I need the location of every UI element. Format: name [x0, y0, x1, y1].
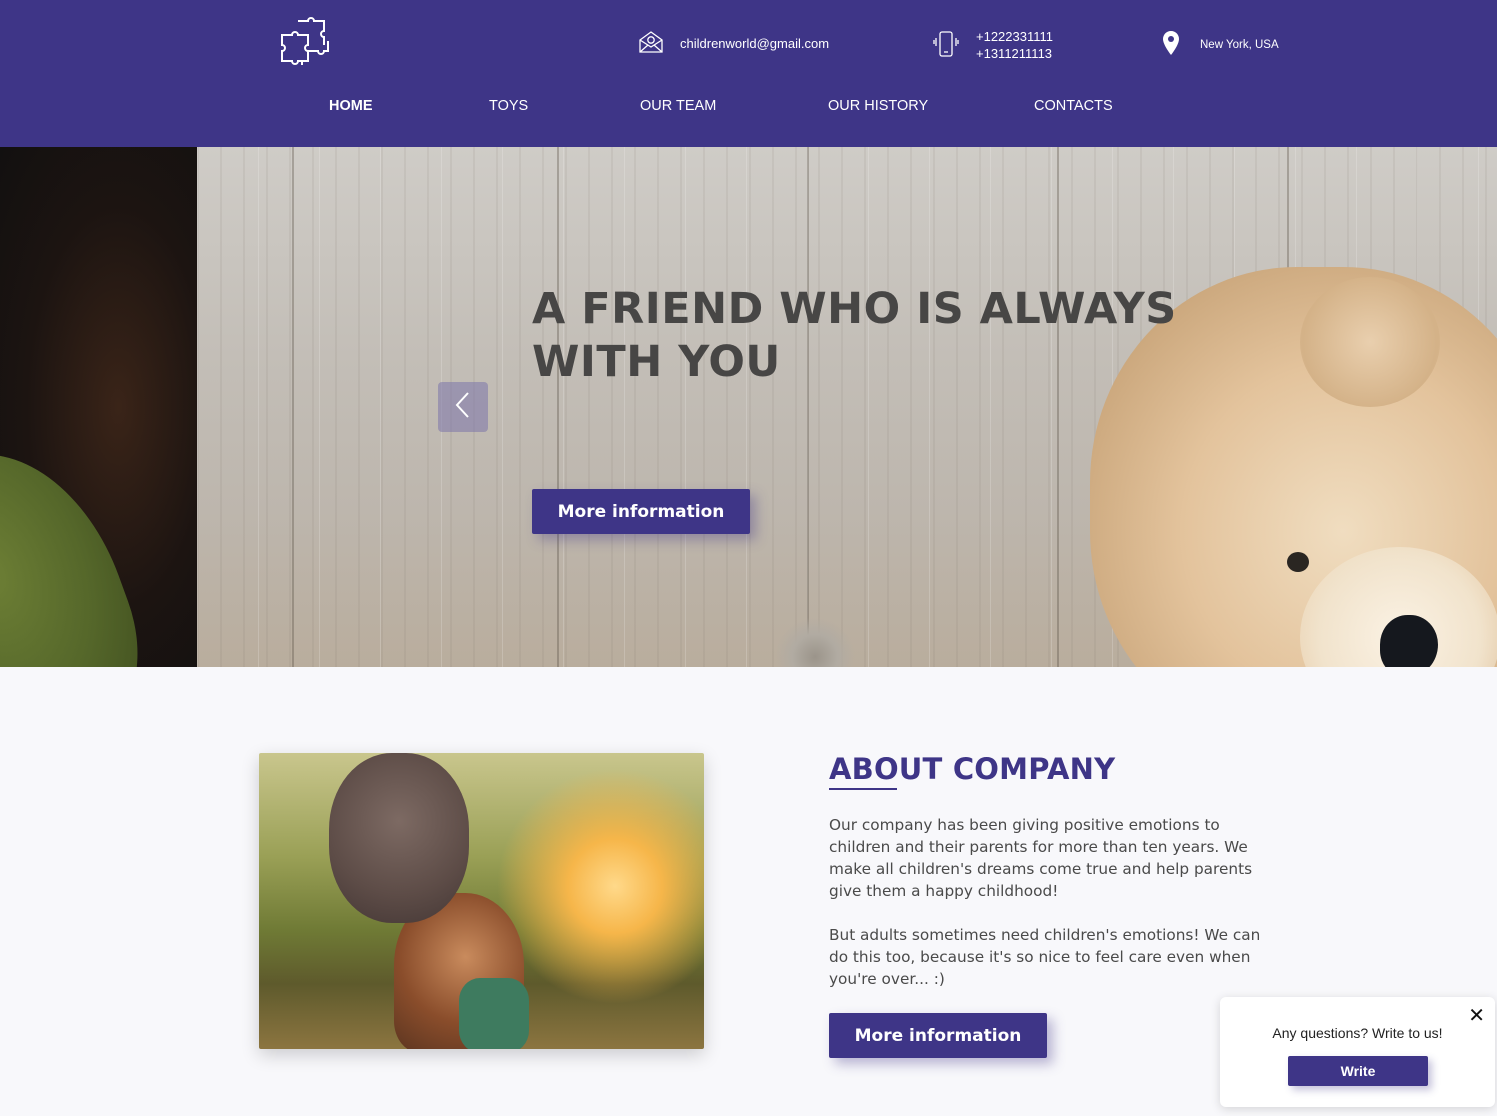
hero-slider — [0, 147, 1497, 667]
about-paragraph-2: But adults sometimes need children's emo… — [829, 926, 1261, 988]
previous-slide-peek — [0, 147, 197, 667]
write-button[interactable]: Write — [1288, 1056, 1428, 1086]
chat-prompt: Any questions? Write to us! — [1272, 1025, 1443, 1041]
close-icon[interactable]: ✕ — [1468, 1003, 1485, 1027]
about-image — [259, 753, 704, 1049]
puzzle-logo-icon[interactable] — [278, 15, 332, 69]
mobile-phone-icon — [932, 30, 960, 61]
phone-number-2[interactable]: +1311211113 — [976, 45, 1053, 62]
girl-shirt — [459, 978, 529, 1049]
header-email[interactable]: childrenworld@gmail.com — [638, 30, 829, 57]
chevron-left-icon — [454, 391, 472, 424]
about-title: ABOUT COMPANY — [829, 752, 1116, 786]
teddy-bear-nose — [1380, 615, 1438, 667]
phone-number-1[interactable]: +1222331111 — [976, 28, 1053, 45]
hero-title: A FRIEND WHO IS ALWAYS WITH YOU — [532, 284, 1177, 387]
held-teddy-bear — [329, 753, 469, 923]
chat-widget: ✕ Any questions? Write to us! Write — [1220, 997, 1495, 1107]
about-more-info-button[interactable]: More information — [829, 1013, 1047, 1058]
header-phone[interactable]: +1222331111 +1311211113 — [932, 28, 1053, 62]
green-toy-image — [0, 421, 166, 667]
slider-prev-button[interactable] — [438, 382, 488, 432]
nav-toys[interactable]: TOYS — [489, 98, 528, 114]
about-paragraph-1: Our company has been giving positive emo… — [829, 816, 1253, 900]
teddy-bear-ear — [1300, 277, 1440, 407]
site-header: childrenworld@gmail.com +1222331111 +131… — [0, 0, 1497, 147]
nav-our-history[interactable]: OUR HISTORY — [828, 98, 928, 114]
nav-home[interactable]: HOME — [329, 98, 373, 114]
map-pin-icon — [1162, 30, 1180, 59]
header-location: New York, USA — [1162, 30, 1279, 59]
about-description: Our company has been giving positive emo… — [829, 814, 1269, 990]
hero-more-info-button[interactable]: More information — [532, 489, 750, 534]
nav-contacts[interactable]: CONTACTS — [1034, 98, 1113, 114]
location-text: New York, USA — [1200, 38, 1279, 51]
envelope-icon — [638, 30, 664, 57]
nav-our-team[interactable]: OUR TEAM — [640, 98, 716, 114]
teddy-bear-eye — [1287, 552, 1309, 572]
email-text[interactable]: childrenworld@gmail.com — [680, 36, 829, 51]
title-underline — [829, 788, 897, 790]
